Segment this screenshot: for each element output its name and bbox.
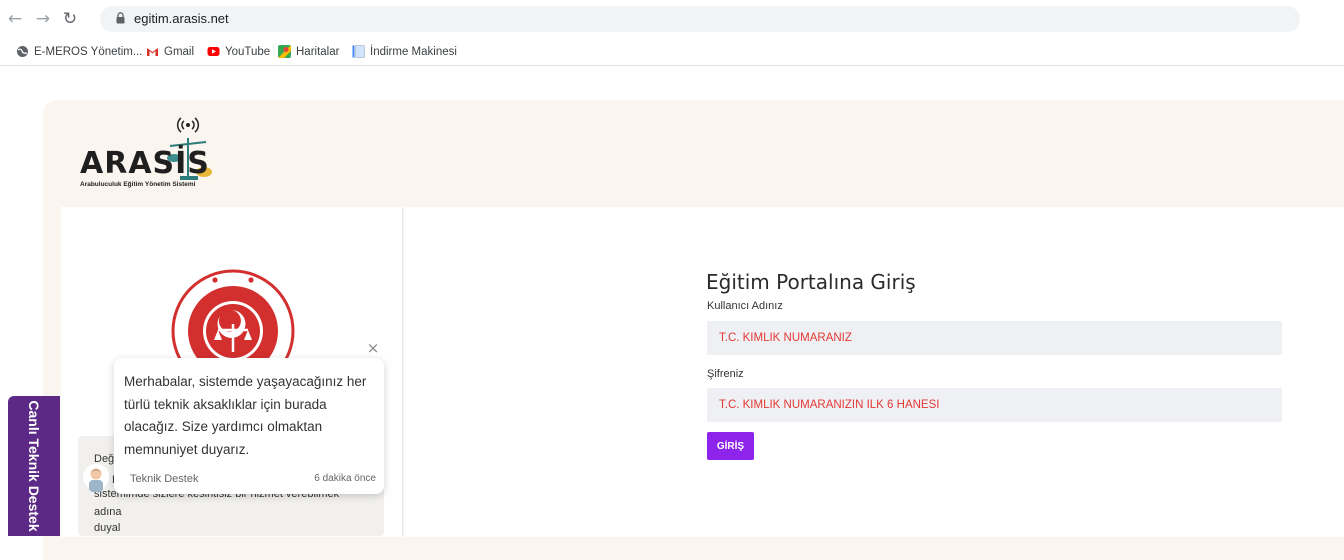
signal-icon bbox=[176, 117, 200, 133]
notice-line: duyal bbox=[94, 522, 121, 534]
bookmark-indirme[interactable]: İndirme Makinesi bbox=[352, 45, 457, 58]
support-avatar-icon bbox=[83, 464, 109, 492]
bookmark-label: Gmail bbox=[164, 45, 195, 58]
lock-icon bbox=[116, 12, 125, 24]
login-button[interactable]: GİRİŞ bbox=[707, 432, 754, 460]
bookmark-gmail[interactable]: Gmail bbox=[146, 45, 194, 58]
logo-subtitle: Arabuluculuk Eğitim Yönetim Sistemi bbox=[80, 181, 196, 188]
close-icon[interactable]: × bbox=[364, 339, 382, 357]
browser-toolbar: ← → ↻ egitim.arasis.net bbox=[0, 0, 1344, 38]
adalet-bakanligi-seal-icon bbox=[171, 269, 295, 366]
maps-icon bbox=[278, 45, 291, 58]
address-bar[interactable] bbox=[100, 6, 1300, 32]
username-input[interactable] bbox=[707, 321, 1282, 355]
notice-line: adına bbox=[94, 506, 122, 518]
chat-sender: Teknik Destek bbox=[130, 473, 199, 485]
globe-icon bbox=[17, 46, 28, 57]
ministry-emblem bbox=[170, 266, 296, 366]
arasis-logo: ARASİS Arabuluculuk Eğitim Yönetim Siste… bbox=[80, 114, 230, 194]
live-support-tab[interactable]: Canlı Teknik Destek bbox=[8, 396, 60, 536]
chat-message: Merhabalar, sistemde yaşayacağınız her t… bbox=[124, 374, 367, 457]
bookmark-emeros[interactable]: E-MEROS Yönetim... bbox=[16, 45, 142, 58]
password-label: Şifreniz bbox=[707, 368, 744, 380]
reload-icon[interactable]: ↻ bbox=[59, 8, 81, 30]
gmail-icon bbox=[147, 48, 158, 56]
bookmark-youtube[interactable]: YouTube bbox=[207, 45, 270, 58]
back-arrow-icon[interactable]: ← bbox=[4, 8, 26, 30]
bookmark-label: İndirme Makinesi bbox=[370, 45, 457, 58]
page-icon bbox=[352, 45, 365, 58]
bookmark-label: Haritalar bbox=[296, 45, 340, 58]
live-support-label: Canlı Teknik Destek bbox=[26, 400, 42, 532]
bookmark-maps[interactable]: Haritalar bbox=[278, 45, 339, 58]
bookmark-label: E-MEROS Yönetim... bbox=[34, 45, 143, 58]
forward-arrow-icon[interactable]: → bbox=[32, 8, 54, 30]
chat-timestamp: 6 dakika önce bbox=[314, 473, 376, 484]
bookmark-label: YouTube bbox=[225, 45, 271, 58]
logo-text: ARASİS bbox=[80, 146, 210, 181]
support-chat-bubble[interactable]: Merhabalar, sistemde yaşayacağınız her t… bbox=[114, 358, 384, 494]
username-label: Kullanıcı Adınız bbox=[707, 300, 783, 312]
login-title: Eğitim Portalına Giriş bbox=[706, 270, 916, 294]
login-panel bbox=[404, 207, 1344, 537]
password-input[interactable] bbox=[707, 388, 1282, 422]
youtube-icon bbox=[207, 47, 220, 56]
bookmarks-bar: E-MEROS Yönetim... Gmail YouTube Harital… bbox=[0, 38, 1344, 66]
url-text[interactable]: egitim.arasis.net bbox=[134, 11, 229, 26]
